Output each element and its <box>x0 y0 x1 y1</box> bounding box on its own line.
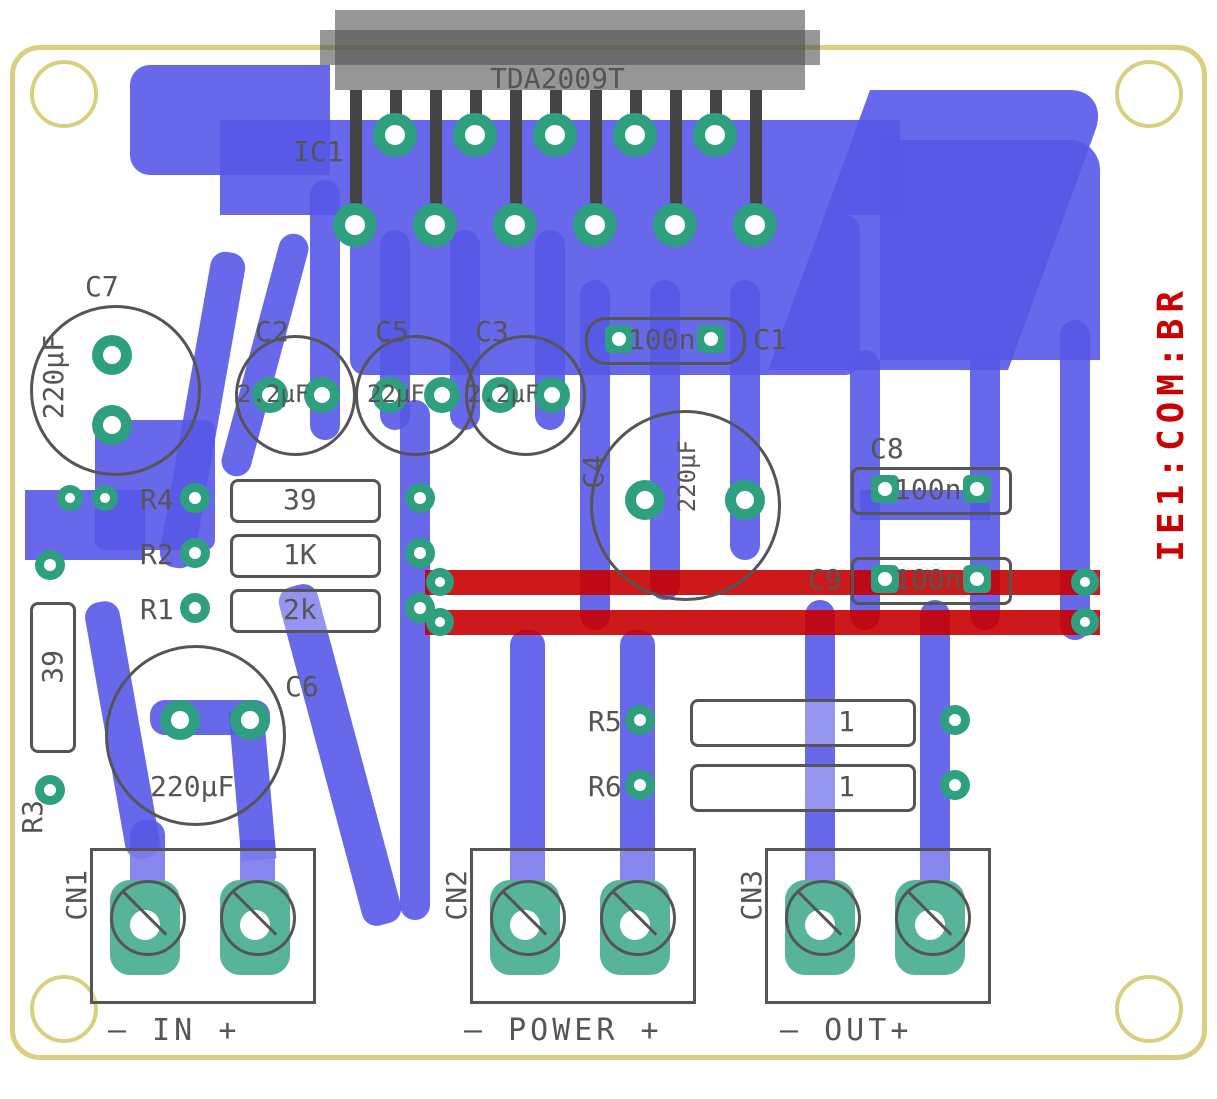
c2-value: 2.2µF <box>237 380 309 408</box>
polarity-plus: + <box>641 1013 663 1048</box>
c3-designator: C3 <box>475 315 509 348</box>
c4-designator: C4 <box>577 455 610 489</box>
c5-value: 22µF <box>367 380 425 408</box>
watermark: IE1:COM:BR <box>1151 285 1192 562</box>
c3-value: 2.2µF <box>467 380 539 408</box>
r1-designator: R1 <box>140 593 174 626</box>
c7-designator: C7 <box>85 270 119 303</box>
r4-value: 39 <box>283 483 317 516</box>
r1-value: 2k <box>283 593 317 626</box>
pcb-layout: TDA2009T IC1 C7 220µF C2 2.2µF C5 22µF C… <box>0 0 1217 1099</box>
r2-value: 1K <box>283 538 317 571</box>
polarity-minus: – <box>464 1013 486 1048</box>
c2-designator: C2 <box>255 315 289 348</box>
r3-designator: R3 <box>16 800 49 834</box>
r6-designator: R6 <box>588 770 622 803</box>
c6-designator: C6 <box>285 670 319 703</box>
c1-value: 100n <box>628 323 695 356</box>
cn1-designator: CN1 <box>60 870 93 921</box>
resistor-r5-body <box>690 699 916 747</box>
ic-value-label: TDA2009T <box>490 62 625 95</box>
r5-value: 1 <box>838 705 855 738</box>
c8-designator: C8 <box>870 432 904 465</box>
cn3-designator: CN3 <box>735 870 768 921</box>
r2-designator: R2 <box>140 538 174 571</box>
out-label: – OUT+ <box>780 1013 912 1048</box>
power-label: – POWER + <box>464 1013 663 1048</box>
c6-value: 220µF <box>150 770 234 803</box>
resistor-r6-body <box>690 764 916 812</box>
r5-designator: R5 <box>588 705 622 738</box>
r3-value: 39 <box>36 650 69 684</box>
r6-value: 1 <box>838 770 855 803</box>
c9-designator: C9 <box>808 563 842 596</box>
cn1-label: IN <box>152 1013 196 1048</box>
c1-designator: C1 <box>753 323 787 356</box>
cn2-designator: CN2 <box>440 870 473 921</box>
polarity-minus: – <box>108 1013 130 1048</box>
cn3-label: OUT <box>824 1013 890 1048</box>
polarity-plus: + <box>218 1013 240 1048</box>
cn2-label: POWER <box>508 1013 618 1048</box>
c8-value: 100n <box>894 473 961 506</box>
c7-value: 220µF <box>37 335 70 419</box>
c9-value: 100n <box>894 563 961 596</box>
c5-designator: C5 <box>375 315 409 348</box>
r4-designator: R4 <box>140 483 174 516</box>
c4-value: 220µF <box>673 440 701 512</box>
ic-designator-label: IC1 <box>293 135 344 168</box>
polarity-minus: – <box>780 1013 802 1048</box>
polarity-plus: + <box>890 1013 912 1048</box>
in-label: – IN + <box>108 1013 240 1048</box>
